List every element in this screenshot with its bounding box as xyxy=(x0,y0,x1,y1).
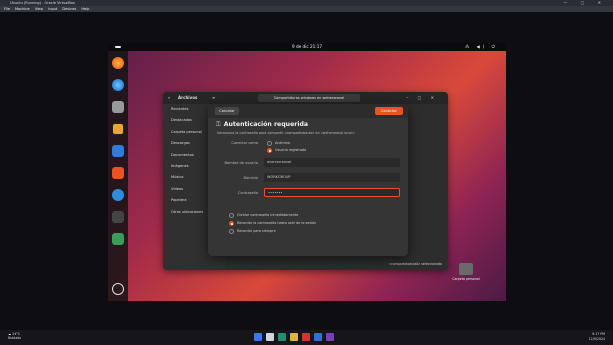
thunderbird-icon[interactable] xyxy=(112,79,124,91)
home-folder-icon xyxy=(459,263,473,275)
radio-registered-user[interactable] xyxy=(267,147,272,153)
edge-icon[interactable] xyxy=(278,333,286,341)
auth-dialog: Cancelar Conectar ⚿ Autenticación requeri… xyxy=(208,104,408,256)
dialog-header: Cancelar Conectar xyxy=(208,104,408,118)
radio-anonymous[interactable] xyxy=(267,140,272,146)
username-label: Nombre de usuario xyxy=(224,161,258,165)
menu-machine[interactable]: Machine xyxy=(15,7,30,11)
desktop-home-label: Carpeta personal xyxy=(452,277,480,281)
files-app-label: Archivos xyxy=(178,95,198,100)
terminal-icon[interactable] xyxy=(112,211,124,223)
weather-desc: Nublado xyxy=(8,336,22,340)
ubuntu-topbar: 9 de dic 21:17 ⁂ ◀) ⏻ xyxy=(108,43,506,51)
radio-forget-immediately-label: Olvidar contraseña inmediatamente xyxy=(237,213,299,217)
connect-as-label: Conectar como xyxy=(231,141,258,145)
cancel-button[interactable]: Cancelar xyxy=(215,107,239,115)
domain-label: Dominio xyxy=(243,176,258,180)
taskbar-time: 9:17 PM xyxy=(592,332,605,336)
radio-remember-forever-label: Recordar para siempre xyxy=(237,229,276,233)
search-icon[interactable]: ⌕ xyxy=(168,92,170,104)
menu-help[interactable]: Help xyxy=(81,7,89,11)
files-icon[interactable] xyxy=(112,101,124,113)
domain-field[interactable]: WORKGROUP xyxy=(264,173,400,182)
radio-remember-session[interactable] xyxy=(229,220,234,226)
show-apps-icon[interactable] xyxy=(112,283,124,295)
virtualbox-taskbar-icon[interactable] xyxy=(302,333,310,341)
menu-view[interactable]: View xyxy=(35,7,43,11)
window-controls-icon[interactable]: – ▢ ✕ xyxy=(406,92,438,104)
radio-remember-session-label: Recordar la contraseña hasta salir de la… xyxy=(237,221,317,225)
ubuntu-vm-screen: 9 de dic 21:17 ⁂ ◀) ⏻ ⌕ Archivos ≡ Compa… xyxy=(108,43,506,301)
windows-taskbar: ☁ 24°C Nublado 9:17 PM 12/9/2024 xyxy=(0,330,613,345)
explorer-icon[interactable] xyxy=(290,333,298,341)
desktop-home-folder[interactable]: Carpeta personal xyxy=(436,263,496,281)
dialog-description: Introduzca la contraseña para compartir … xyxy=(217,131,356,135)
radio-remember-forever[interactable] xyxy=(229,228,234,234)
system-tray[interactable]: ⁂ ◀) ⏻ xyxy=(465,43,498,51)
ubuntu-dock xyxy=(108,51,128,301)
disk-icon[interactable] xyxy=(112,233,124,245)
weather-widget[interactable]: ☁ 24°C Nublado xyxy=(8,332,21,340)
files-headerbar: ⌕ Archivos ≡ Compartiduras windows en we… xyxy=(163,92,448,104)
radio-anonymous-label: Anónimo xyxy=(275,141,291,145)
connect-button[interactable]: Conectar xyxy=(375,107,403,115)
rhythmbox-icon[interactable] xyxy=(112,123,124,135)
menu-icon[interactable]: ≡ xyxy=(212,92,215,104)
key-icon: ⚿ xyxy=(216,121,221,128)
app-icon[interactable] xyxy=(326,333,334,341)
search-taskbar-icon[interactable] xyxy=(266,333,274,341)
virtualbox-menubar: File Machine View Input Devices Help xyxy=(0,6,613,12)
taskbar-clock[interactable]: 9:17 PM 12/9/2024 xyxy=(589,332,605,341)
help-icon[interactable] xyxy=(112,189,124,201)
dialog-title: ⚿ Autenticación requerida xyxy=(216,121,308,129)
topbar-clock[interactable]: 9 de dic 21:17 xyxy=(108,43,506,51)
start-icon[interactable] xyxy=(254,333,262,341)
radio-registered-user-label: Usuario registrado xyxy=(275,148,307,152)
menu-file[interactable]: File xyxy=(4,7,10,11)
app-center-icon[interactable] xyxy=(112,167,124,179)
writer-icon[interactable] xyxy=(112,145,124,157)
store-icon[interactable] xyxy=(314,333,322,341)
menu-devices[interactable]: Devices xyxy=(62,7,76,11)
taskbar-date: 12/9/2024 xyxy=(588,336,605,341)
path-bar[interactable]: Compartiduras windows en weheraronal xyxy=(258,94,360,102)
menu-input[interactable]: Input xyxy=(48,7,57,11)
dialog-title-text: Autenticación requerida xyxy=(223,121,309,128)
password-label: Contraseña xyxy=(237,191,258,195)
password-field[interactable]: ••••••• xyxy=(264,188,400,197)
status-text: «compartidoaulaA» seleccionado xyxy=(389,262,442,266)
username-field[interactable]: evercarranzal xyxy=(264,158,400,167)
radio-forget-immediately[interactable] xyxy=(229,212,234,218)
firefox-icon[interactable] xyxy=(112,57,124,69)
